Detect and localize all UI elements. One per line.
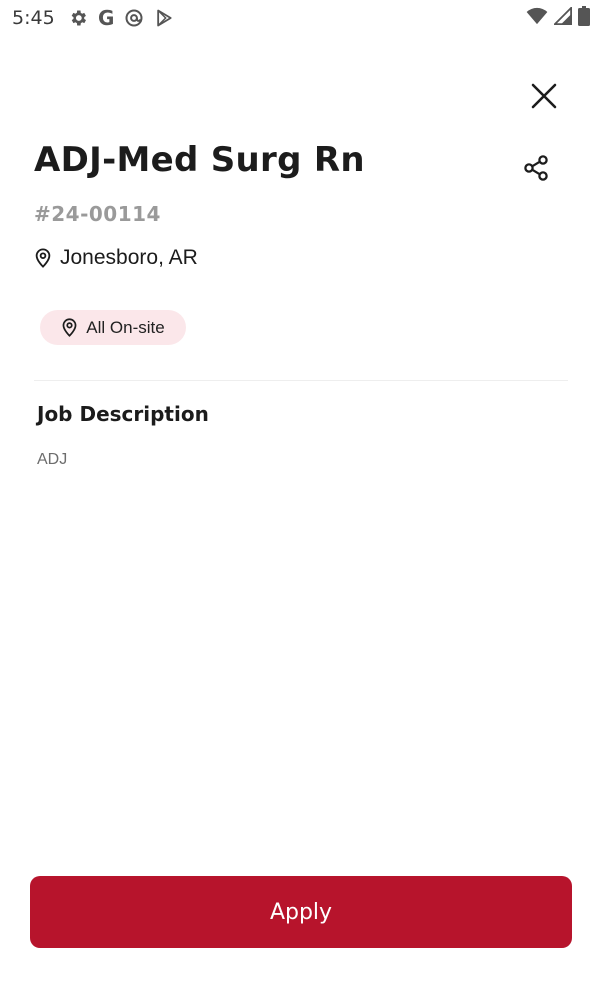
- divider: [34, 380, 568, 381]
- job-location: Jonesboro, AR: [34, 244, 198, 272]
- work-type-label: All On-site: [86, 317, 165, 337]
- wifi-icon: [526, 7, 548, 30]
- status-bar: 5:45 G: [0, 0, 602, 36]
- job-id: #24-00114: [34, 202, 161, 226]
- location-text: Jonesboro, AR: [60, 246, 198, 269]
- battery-icon: [578, 5, 590, 31]
- gear-icon: [68, 8, 88, 28]
- apply-button[interactable]: Apply: [30, 876, 572, 948]
- cell-signal-icon: [552, 5, 572, 30]
- close-icon: [531, 83, 557, 109]
- location-pin-icon: [35, 248, 51, 268]
- status-time: 5:45: [12, 7, 55, 29]
- location-pin-icon: [62, 318, 77, 337]
- close-button[interactable]: [526, 78, 562, 114]
- notification-icons: G: [68, 7, 174, 29]
- job-description-body: ADJ: [37, 451, 68, 468]
- google-icon: G: [98, 6, 115, 30]
- job-title: ADJ-Med Surg Rn: [34, 140, 365, 180]
- share-icon: [524, 155, 548, 181]
- work-type-chip: All On-site: [40, 310, 186, 345]
- job-description-heading: Job Description: [37, 402, 209, 426]
- system-icons: [526, 5, 590, 31]
- share-button[interactable]: [518, 150, 554, 186]
- play-store-icon: [154, 8, 174, 28]
- at-sign-icon: [124, 8, 144, 28]
